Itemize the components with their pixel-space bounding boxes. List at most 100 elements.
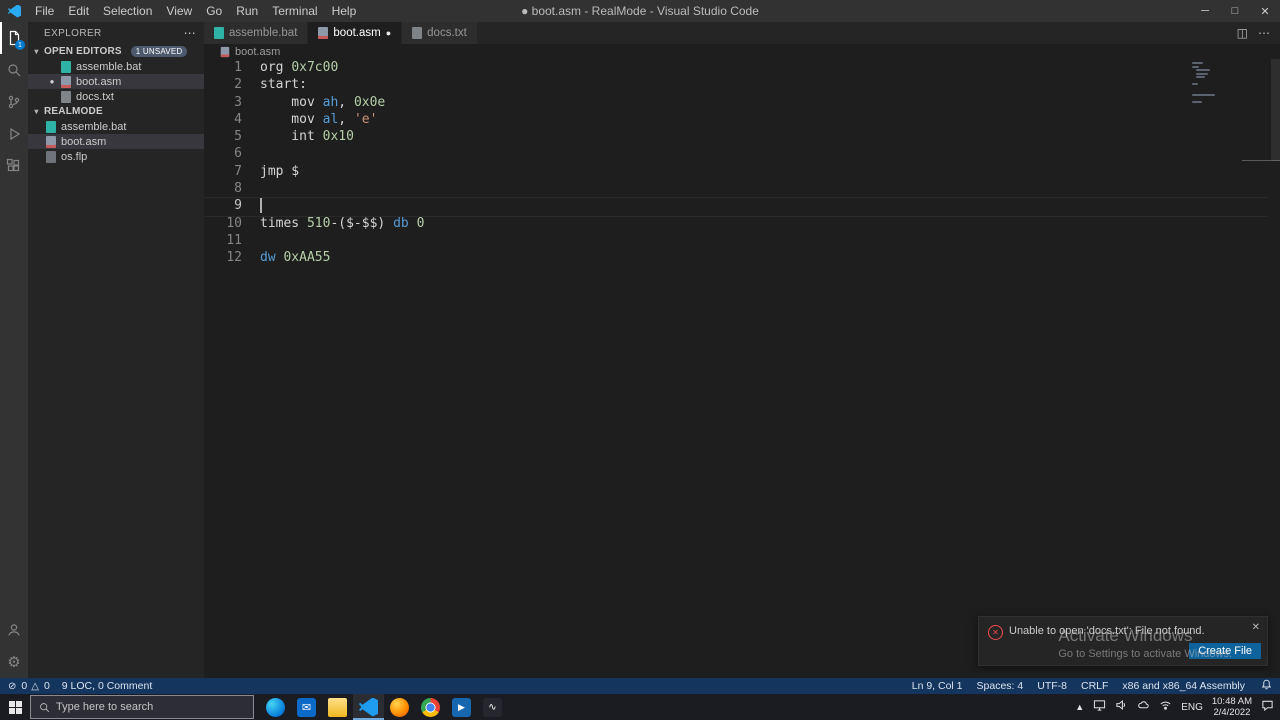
tab-assemble.bat[interactable]: assemble.bat <box>204 22 309 44</box>
menu-view[interactable]: View <box>159 0 199 22</box>
status-x86-and-x86-64-assembly[interactable]: x86 and x86_64 Assembly <box>1122 680 1245 692</box>
tree-item[interactable]: os.flp <box>28 149 204 164</box>
menu-help[interactable]: Help <box>325 0 364 22</box>
hidden-icons-chevron-icon[interactable]: ▲ <box>1075 702 1084 712</box>
file-name: boot.asm <box>76 75 122 88</box>
code-token: 0x10 <box>322 129 354 145</box>
search-icon[interactable] <box>0 54 28 86</box>
tray-cloud-icon[interactable] <box>1137 698 1150 716</box>
code-token: , <box>338 111 354 127</box>
mail-icon: ✉ <box>297 697 316 717</box>
sidebar-more-actions-icon[interactable]: ⋯ <box>184 26 196 40</box>
error-icon: ✕ <box>988 625 1003 640</box>
source-control-icon[interactable] <box>0 86 28 118</box>
tab-boot.asm[interactable]: boot.asm ● <box>308 22 403 44</box>
tray-speaker-icon[interactable] <box>1115 698 1128 716</box>
create-file-button[interactable]: Create File <box>1189 643 1261 659</box>
chevron-down-icon: ▾ <box>34 107 39 116</box>
status-crlf[interactable]: CRLF <box>1081 680 1108 692</box>
close-button[interactable]: ✕ <box>1250 0 1280 22</box>
activity-bar: 1 ⚙ <box>0 22 28 678</box>
status-utf-8[interactable]: UTF-8 <box>1037 680 1067 692</box>
file-icon <box>412 27 423 39</box>
code-token: 'e' <box>353 111 378 127</box>
language-indicator[interactable]: ENG <box>1181 702 1203 713</box>
notification-close-icon[interactable]: ✕ <box>1252 622 1260 633</box>
taskbar-app-chrome[interactable] <box>415 694 446 720</box>
tray-monitor-icon[interactable] <box>1093 698 1106 716</box>
split-editor-icon[interactable]: ◫ <box>1237 26 1248 40</box>
menu-go[interactable]: Go <box>199 0 229 22</box>
open-editors-list: assemble.bat ● boot.asm docs.txt <box>28 59 204 104</box>
more-actions-icon[interactable]: ⋯ <box>1258 26 1270 40</box>
taskbar-apps: ✉ ▶ ∿ <box>260 694 508 720</box>
file-icon <box>318 27 329 39</box>
menu-selection[interactable]: Selection <box>96 0 159 22</box>
extensions-icon[interactable] <box>0 150 28 182</box>
menu-edit[interactable]: Edit <box>61 0 96 22</box>
tab-docs.txt[interactable]: docs.txt <box>402 22 478 44</box>
file-explorer-icon <box>328 697 347 717</box>
taskbar-app-mail[interactable]: ✉ <box>291 694 322 720</box>
loc-counter[interactable]: 9 LOC, 0 Comment <box>62 680 152 692</box>
minimap[interactable] <box>1192 62 1266 104</box>
tree-item[interactable]: assemble.bat <box>28 119 204 134</box>
minimize-button[interactable]: ─ <box>1190 0 1220 22</box>
file-icon <box>46 135 56 148</box>
error-count[interactable]: 0 <box>21 680 27 692</box>
taskbar-clock[interactable]: 10:48 AM 2/4/2022 <box>1212 696 1252 718</box>
sidebar-title: EXPLORER <box>44 27 102 39</box>
settings-gear-icon[interactable]: ⚙ <box>0 646 28 678</box>
tray-network-icon[interactable] <box>1159 698 1172 716</box>
tree-item[interactable]: boot.asm <box>28 134 204 149</box>
menu-run[interactable]: Run <box>229 0 265 22</box>
run-debug-icon[interactable] <box>0 118 28 150</box>
windows-taskbar: Type here to search ✉ ▶ ∿ ▲ ENG 10:48 AM 2… <box>0 694 1280 720</box>
dirty-dot-icon: ● <box>385 28 392 38</box>
file-icon <box>61 90 71 103</box>
taskbar-search-input[interactable]: Type here to search <box>30 695 254 719</box>
status-ln-9-col-1[interactable]: Ln 9, Col 1 <box>912 680 963 692</box>
code-editor[interactable]: 1 2 3 4 5 6 7 8 9 10 11 12 org 0x7c00 start: mov ah,… <box>204 59 1280 678</box>
menu-terminal[interactable]: Terminal <box>265 0 324 22</box>
errors-icon[interactable]: ⊘ <box>8 681 16 692</box>
open-editor-item[interactable]: ● boot.asm <box>28 74 204 89</box>
tab-actions: ◫ ⋯ <box>1237 22 1280 44</box>
minimap-line <box>1196 72 1209 75</box>
taskbar-app-edge[interactable] <box>260 694 291 720</box>
status-spaces[interactable]: Spaces: 4 <box>977 680 1024 692</box>
maximize-button[interactable]: □ <box>1220 0 1250 22</box>
warning-count[interactable]: 0 <box>44 680 50 692</box>
scrollbar-slider[interactable] <box>1271 59 1280 161</box>
warnings-icon[interactable]: △ <box>31 681 39 692</box>
line-number: 5 <box>234 129 242 145</box>
account-icon[interactable] <box>0 614 28 646</box>
overview-ruler-mark <box>1242 160 1280 161</box>
open-editor-item[interactable]: docs.txt <box>28 89 204 104</box>
action-center-icon[interactable] <box>1261 698 1274 716</box>
taskbar-app-media[interactable]: ▶ <box>446 694 477 720</box>
taskbar-app-file-explorer[interactable] <box>322 694 353 720</box>
folder-section-header[interactable]: ▾ REALMODE <box>28 104 204 119</box>
explorer-icon[interactable]: 1 <box>0 22 28 54</box>
taskbar-app-firefox[interactable] <box>384 694 415 720</box>
taskbar-app-game[interactable]: ∿ <box>477 694 508 720</box>
breadcrumb[interactable]: boot.asm <box>204 44 1280 59</box>
editor-tab-bar: assemble.bat boot.asm ● docs.txt ◫ ⋯ <box>204 22 1280 44</box>
code-token: 0x7c00 <box>291 60 339 75</box>
menu-file[interactable]: File <box>28 0 61 22</box>
minimap-line <box>1196 69 1210 71</box>
file-icon <box>220 46 230 57</box>
file-name: assemble.bat <box>76 60 142 73</box>
minimap-line <box>1192 83 1198 85</box>
open-editor-item[interactable]: assemble.bat <box>28 59 204 74</box>
file-name: boot.asm <box>61 135 107 148</box>
explorer-sidebar: EXPLORER ⋯ ▾ OPEN EDITORS 1 UNSAVED asse… <box>28 22 204 678</box>
desktop: { "colors": {"accent": "#0e639c", "error… <box>0 0 1280 720</box>
start-button[interactable] <box>0 694 30 720</box>
tabs-container: assemble.bat boot.asm ● docs.txt <box>204 22 478 44</box>
open-editors-header[interactable]: ▾ OPEN EDITORS 1 UNSAVED <box>28 44 204 59</box>
taskbar-app-vscode[interactable] <box>353 694 384 720</box>
notifications-bell-icon[interactable] <box>1261 679 1272 693</box>
